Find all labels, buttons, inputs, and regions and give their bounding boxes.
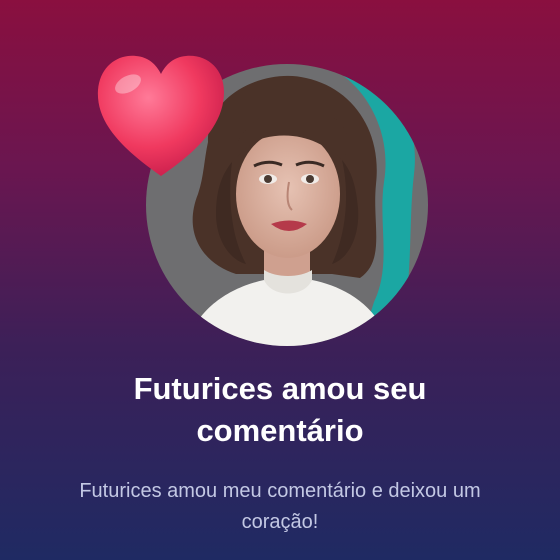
notification-message: Futurices amou meu comentário e deixou u… (79, 480, 481, 533)
heart-icon (97, 55, 224, 176)
notification-card: Futurices amou seu comentário Futurices … (0, 0, 560, 560)
notification-title: Futurices amou seu comentário (133, 371, 427, 448)
